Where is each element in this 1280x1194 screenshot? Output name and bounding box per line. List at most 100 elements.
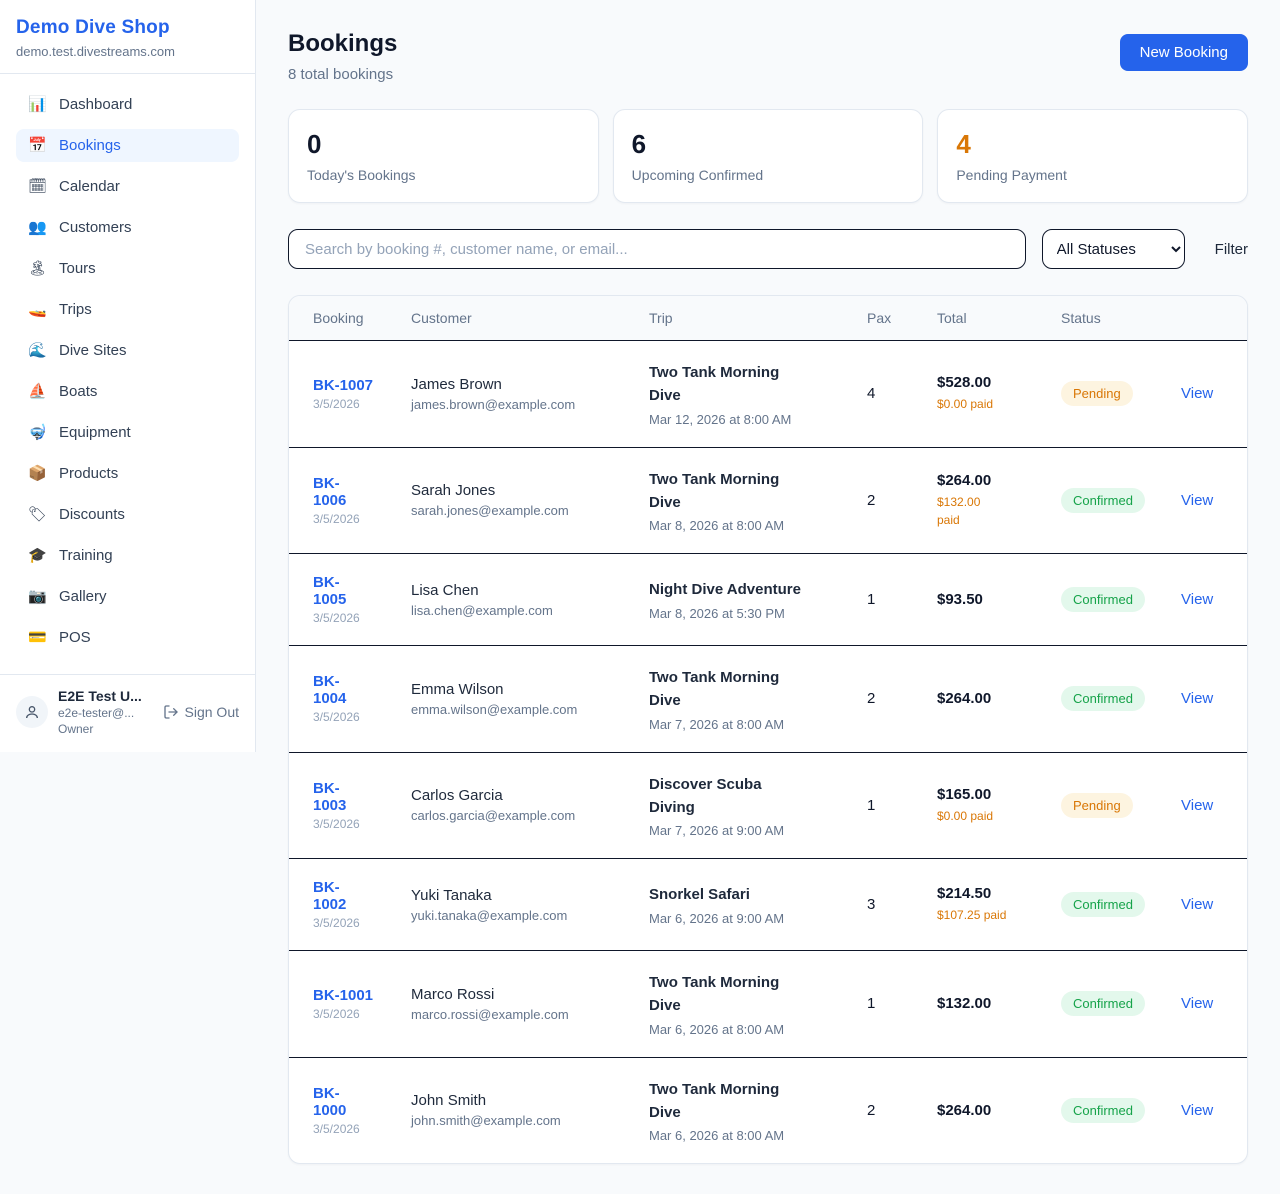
stat-card: 4 Pending Payment [937,109,1248,203]
table-row: BK- 1005 3/5/2026 Lisa Chen lisa.chen@ex… [289,554,1248,646]
customer-name: Emma Wilson [411,681,625,698]
user-role: Owner [58,722,153,736]
customer-name: James Brown [411,376,625,393]
stat-label: Upcoming Confirmed [632,167,905,183]
sidebar-item-label: Dashboard [59,96,132,113]
filter-row: All Statuses Filter [288,229,1248,269]
table-row: BK-1001 3/5/2026 Marco Rossi marco.rossi… [289,951,1248,1058]
sign-out-label: Sign Out [185,704,239,720]
diving-mask-icon: 🤿 [28,425,46,440]
paid-amount: $0.00 paid [937,395,1037,413]
stat-label: Pending Payment [956,167,1229,183]
trip-datetime: Mar 8, 2026 at 5:30 PM [649,606,843,621]
booking-id-link[interactable]: BK- 1006 [313,475,346,509]
user-name: E2E Test U... [58,688,153,704]
sidebar-item-calendar[interactable]: 🗓 Calendar [16,170,239,203]
graduation-cap-icon: 🎓 [28,548,46,563]
user-email: e2e-tester@... [58,706,153,720]
booking-id-link[interactable]: BK- 1002 [313,879,346,913]
sidebar-item-discounts[interactable]: 🏷 Discounts [16,498,239,531]
sidebar-item-products[interactable]: 📦 Products [16,457,239,490]
sidebar-item-customers[interactable]: 👥 Customers [16,211,239,244]
trip-datetime: Mar 12, 2026 at 8:00 AM [649,412,843,427]
customer-name: Marco Rossi [411,986,625,1003]
table-row: BK- 1004 3/5/2026 Emma Wilson emma.wilso… [289,646,1248,753]
shop-title: Demo Dive Shop [16,17,239,39]
sidebar-nav: 📊 Dashboard 📅 Bookings 🗓 Calendar 👥 Cust… [0,74,255,674]
booking-date: 3/5/2026 [313,1007,387,1021]
pax-count: 1 [855,951,925,1058]
bar-chart-icon: 📊 [28,97,46,112]
booking-id-link[interactable]: BK-1001 [313,987,373,1004]
booking-date: 3/5/2026 [313,1122,387,1136]
sidebar-item-pos[interactable]: 💳 POS [16,621,239,654]
trip-datetime: Mar 6, 2026 at 9:00 AM [649,911,843,926]
booking-id-link[interactable]: BK-1007 [313,377,373,394]
status-select[interactable]: All Statuses [1042,229,1185,269]
trip-name: Two Tank Morning Dive [649,361,843,408]
trip-name: Discover Scuba Diving [649,773,843,820]
booking-id-link[interactable]: BK- 1005 [313,574,346,608]
view-link[interactable]: View [1181,995,1213,1012]
view-link[interactable]: View [1181,690,1213,707]
status-badge: Pending [1061,381,1133,406]
view-link[interactable]: View [1181,385,1213,402]
sidebar-item-bookings[interactable]: 📅 Bookings [16,129,239,162]
status-badge: Pending [1061,793,1133,818]
sidebar-item-label: Discounts [59,506,125,523]
customer-email: lisa.chen@example.com [411,603,625,618]
sign-out-icon [163,704,179,720]
total-amount: $264.00 [937,1102,1037,1119]
sidebar-item-label: Bookings [59,137,121,154]
total-amount: $165.00 [937,786,1037,803]
pax-count: 3 [855,859,925,951]
table-row: BK-1007 3/5/2026 James Brown james.brown… [289,341,1248,448]
pax-count: 1 [855,752,925,859]
column-header-total: Total [925,296,1049,341]
customer-name: John Smith [411,1092,625,1109]
sidebar-item-tours[interactable]: 🏝 Tours [16,252,239,285]
stat-cards: 0 Today's Bookings 6 Upcoming Confirmed … [288,109,1248,203]
new-booking-button[interactable]: New Booking [1120,34,1248,71]
customer-name: Lisa Chen [411,582,625,599]
sidebar-item-equipment[interactable]: 🤿 Equipment [16,416,239,449]
sidebar-item-label: POS [59,629,91,646]
view-link[interactable]: View [1181,492,1213,509]
booking-id-link[interactable]: BK- 1004 [313,673,346,707]
sidebar-item-label: Boats [59,383,97,400]
booking-id-link[interactable]: BK- 1003 [313,780,346,814]
page-header: Bookings 8 total bookings New Booking [288,30,1248,83]
people-icon: 👥 [28,220,46,235]
sidebar-item-boats[interactable]: ⛵ Boats [16,375,239,408]
pax-count: 2 [855,447,925,554]
sidebar-item-dashboard[interactable]: 📊 Dashboard [16,88,239,121]
sidebar-item-training[interactable]: 🎓 Training [16,539,239,572]
filter-button[interactable]: Filter [1215,241,1248,258]
table-row: BK- 1000 3/5/2026 John Smith john.smith@… [289,1057,1248,1163]
user-box: E2E Test U... e2e-tester@... Owner Sign … [0,674,255,752]
pax-count: 2 [855,646,925,753]
search-input[interactable] [288,229,1026,269]
total-amount: $528.00 [937,374,1037,391]
view-link[interactable]: View [1181,797,1213,814]
view-link[interactable]: View [1181,1102,1213,1119]
sign-out-button[interactable]: Sign Out [163,704,239,720]
page-title-block: Bookings 8 total bookings [288,30,397,83]
view-link[interactable]: View [1181,591,1213,608]
status-badge: Confirmed [1061,686,1145,711]
sidebar-item-trips[interactable]: 🚤 Trips [16,293,239,326]
sidebar-item-gallery[interactable]: 📷 Gallery [16,580,239,613]
column-header-status: Status [1049,296,1169,341]
sidebar-item-dive-sites[interactable]: 🌊 Dive Sites [16,334,239,367]
person-icon [24,704,40,720]
booking-id-link[interactable]: BK- 1000 [313,1085,346,1119]
pax-count: 4 [855,341,925,448]
view-link[interactable]: View [1181,896,1213,913]
wave-icon: 🌊 [28,343,46,358]
customer-email: carlos.garcia@example.com [411,808,625,823]
main-content: Bookings 8 total bookings New Booking 0 … [256,0,1280,1194]
trip-name: Two Tank Morning Dive [649,1078,843,1125]
stat-value: 4 [956,129,1229,160]
sidebar-item-label: Tours [59,260,96,277]
stat-card: 6 Upcoming Confirmed [613,109,924,203]
